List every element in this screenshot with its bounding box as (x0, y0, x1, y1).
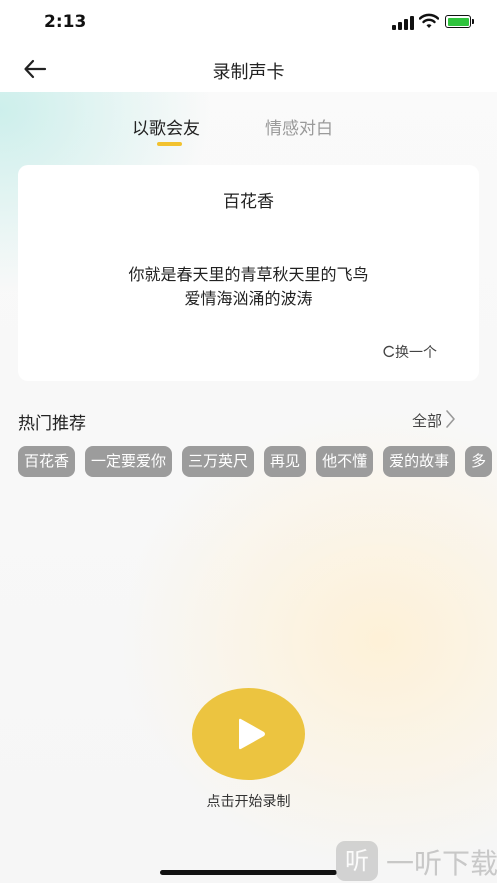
hot-recommend-title: 热门推荐 (18, 414, 86, 434)
swap-lyrics-label: 换一个 (395, 345, 437, 361)
record-label: 点击开始录制 (206, 794, 291, 810)
lyrics-card: 百花香 你就是春天里的青草秋天里的飞鸟 爱情海汹涌的波涛 换一个 (18, 165, 479, 381)
song-chip[interactable]: 他不懂 (316, 446, 374, 477)
hot-song-list: 百花香 一定要爱你 三万英尺 再见 他不懂 爱的故事多 (18, 446, 497, 478)
lyrics-line: 你就是春天里的青草秋天里的飞鸟 (128, 265, 369, 284)
song-chip[interactable]: 爱的故事 (383, 446, 456, 477)
watermark-logo-icon: 听 (336, 841, 378, 881)
nav-bar: 录制声卡 (0, 44, 497, 92)
tab-sing-with-friends[interactable]: 以歌会友 (132, 114, 200, 139)
record-button[interactable] (192, 688, 305, 780)
page-title: 录制声卡 (212, 62, 285, 83)
wifi-icon (419, 13, 439, 28)
home-indicator (160, 870, 337, 875)
see-all-button[interactable]: 全部 (412, 409, 456, 431)
swap-lyrics-button[interactable]: 换一个 (382, 342, 437, 362)
watermark-text: 一听下载 (386, 847, 497, 880)
chevron-right-icon (446, 410, 455, 428)
song-chip[interactable]: 再见 (264, 446, 307, 477)
tab-emotional-dialogue[interactable]: 情感对白 (265, 114, 333, 139)
lyrics-text: 你就是春天里的青草秋天里的飞鸟 爱情海汹涌的波涛 (18, 263, 479, 311)
song-chip[interactable]: 一定要爱你 (85, 446, 173, 477)
song-chip[interactable]: 三万英尺 (182, 446, 255, 477)
song-title: 百花香 (223, 192, 274, 212)
song-chip[interactable]: 多 (465, 446, 493, 477)
status-time: 2:13 (44, 12, 87, 32)
active-tab-indicator (157, 142, 182, 146)
signal-icon (392, 16, 414, 30)
battery-icon (445, 15, 474, 28)
song-chip[interactable]: 百花香 (18, 446, 76, 477)
status-bar: 2:13 (0, 0, 497, 44)
play-icon (239, 718, 265, 750)
see-all-label: 全部 (412, 412, 443, 430)
refresh-icon (383, 345, 394, 358)
lyrics-line: 爱情海汹涌的波涛 (184, 289, 313, 308)
